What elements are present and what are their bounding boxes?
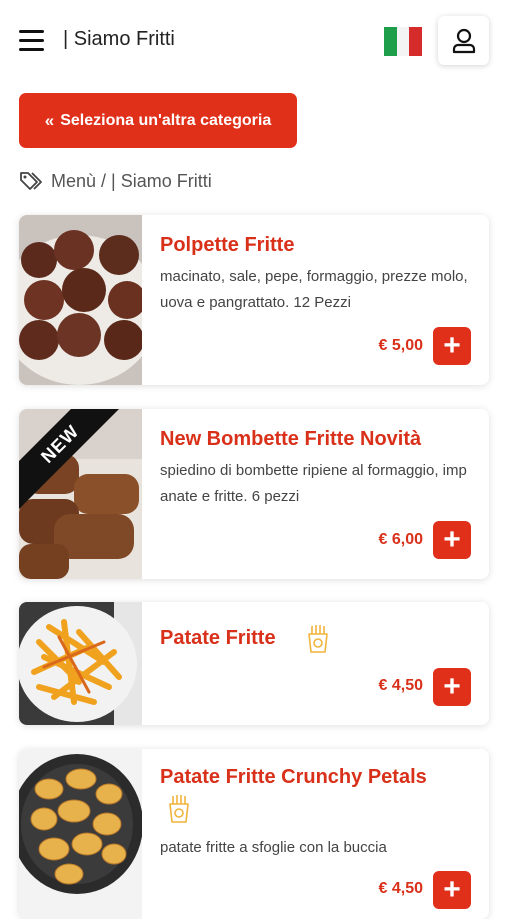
plus-icon: + bbox=[443, 873, 461, 906]
product-description: patate fritte a sfoglie con la buccia bbox=[160, 839, 387, 856]
product-price: € 6,00 bbox=[378, 531, 423, 548]
user-icon bbox=[452, 28, 475, 53]
product-image[interactable] bbox=[19, 749, 142, 919]
add-to-cart-button[interactable]: + bbox=[433, 521, 471, 559]
select-category-button[interactable]: « Seleziona un'altra categoria bbox=[19, 93, 297, 148]
plus-icon: + bbox=[443, 670, 461, 703]
product-description: spiedino di bombette ripiene al formaggi… bbox=[160, 462, 467, 505]
product-image[interactable]: NEW bbox=[19, 409, 142, 579]
product-image[interactable] bbox=[19, 602, 142, 725]
product-image[interactable] bbox=[19, 215, 142, 385]
product-card[interactable]: NEW New Bombette Fritte Novità spiedino … bbox=[19, 409, 489, 579]
breadcrumb: Menù / | Siamo Fritti bbox=[19, 170, 212, 192]
product-price: € 4,50 bbox=[378, 880, 423, 897]
plus-icon: + bbox=[443, 329, 461, 362]
product-card[interactable]: Patate Fritte Crunchy Petals patate frit… bbox=[19, 749, 489, 919]
menu-icon[interactable] bbox=[19, 30, 44, 52]
add-to-cart-button[interactable]: + bbox=[433, 327, 471, 365]
user-account-button[interactable] bbox=[438, 16, 489, 65]
brand-title: | Siamo Fritti bbox=[63, 28, 175, 50]
select-category-label: Seleziona un'altra categoria bbox=[60, 111, 272, 129]
double-chevron-left-icon: « bbox=[44, 110, 55, 130]
product-card[interactable]: Polpette Fritte macinato, sale, pepe, fo… bbox=[19, 215, 489, 385]
header: | Siamo Fritti bbox=[0, 0, 507, 82]
italian-flag-icon[interactable] bbox=[384, 27, 422, 56]
add-to-cart-button[interactable]: + bbox=[433, 668, 471, 706]
product-card[interactable]: Patate Fritte € 4,50 + bbox=[19, 602, 489, 725]
fries-icon bbox=[308, 625, 328, 653]
product-description: macinato, sale, pepe, formaggio, prezze … bbox=[160, 268, 468, 311]
add-to-cart-button[interactable]: + bbox=[433, 871, 471, 909]
product-title[interactable]: Polpette Fritte bbox=[160, 234, 294, 257]
product-price: € 5,00 bbox=[378, 337, 423, 354]
product-title[interactable]: New Bombette Fritte Novità bbox=[160, 428, 421, 451]
product-price: € 4,50 bbox=[378, 677, 423, 694]
plus-icon: + bbox=[443, 523, 461, 556]
breadcrumb-text: Menù / | Siamo Fritti bbox=[51, 170, 212, 191]
fries-icon bbox=[169, 795, 189, 823]
product-title[interactable]: Patate Fritte bbox=[160, 627, 276, 650]
tags-icon bbox=[20, 172, 42, 190]
product-title[interactable]: Patate Fritte Crunchy Petals bbox=[160, 766, 427, 789]
